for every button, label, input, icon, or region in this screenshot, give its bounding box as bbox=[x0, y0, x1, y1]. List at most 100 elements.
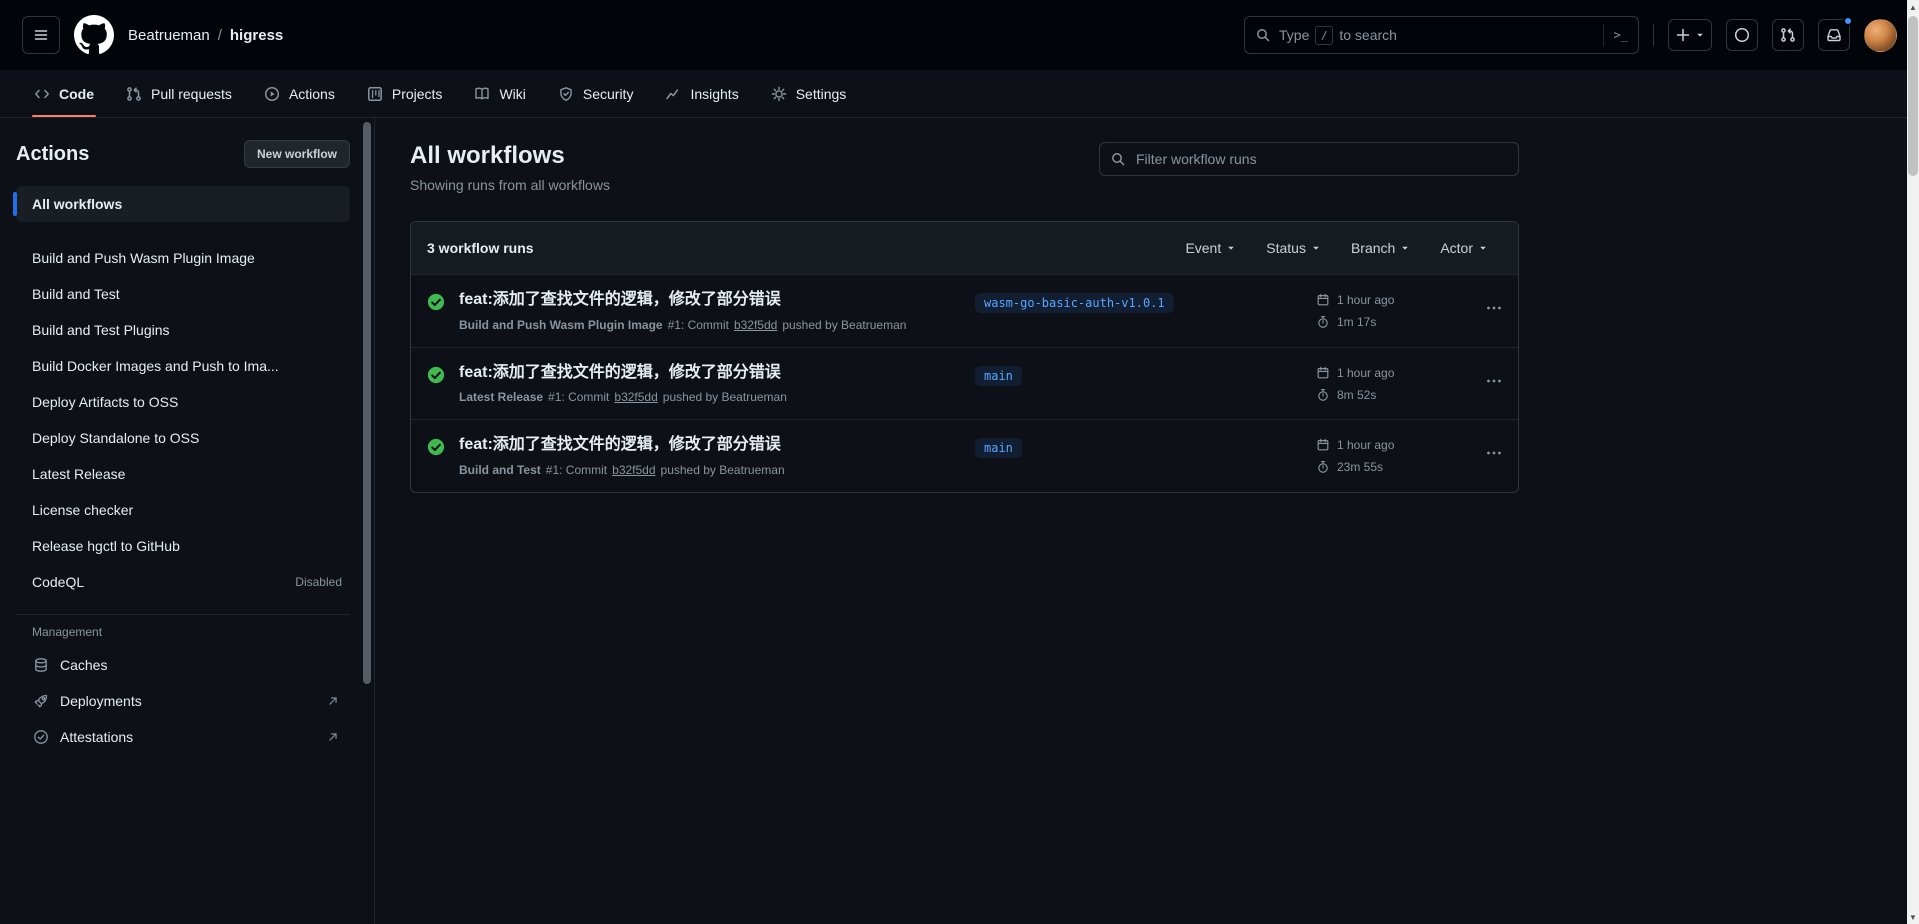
hamburger-icon bbox=[33, 27, 49, 43]
create-new-button[interactable] bbox=[1668, 19, 1712, 51]
breadcrumb-separator: / bbox=[217, 26, 222, 44]
tab-pull-requests[interactable]: Pull requests bbox=[114, 70, 244, 117]
chevron-down-icon bbox=[1226, 243, 1236, 253]
run-title-link[interactable]: feat:添加了查找文件的逻辑，修改了部分错误 bbox=[459, 363, 975, 384]
tab-security[interactable]: Security bbox=[546, 70, 646, 117]
workflow-run-row: feat:添加了查找文件的逻辑，修改了部分错误 Build and Test #… bbox=[411, 419, 1518, 493]
run-title-link[interactable]: feat:添加了查找文件的逻辑，修改了部分错误 bbox=[459, 435, 975, 456]
run-subtitle: Latest Release #1: Commit b32f5dd pushed… bbox=[459, 390, 975, 404]
run-duration: 8m 52s bbox=[1316, 388, 1466, 402]
filter-actor-dropdown[interactable]: Actor bbox=[1440, 240, 1488, 256]
workflow-run-row: feat:添加了查找文件的逻辑，修改了部分错误 Build and Push W… bbox=[411, 273, 1518, 347]
sidebar-item-label: Attestations bbox=[60, 729, 134, 745]
branch-badge[interactable]: wasm-go-basic-auth-v1.0.1 bbox=[975, 292, 1174, 313]
sidebar-item-caches[interactable]: Caches bbox=[16, 647, 350, 683]
shield-icon bbox=[558, 86, 574, 102]
global-header: Beatrueman / higress Type / to search >_ bbox=[0, 0, 1919, 70]
run-duration-label: 23m 55s bbox=[1337, 460, 1384, 475]
run-options-kebab-button[interactable] bbox=[1466, 435, 1502, 461]
filter-status-dropdown[interactable]: Status bbox=[1266, 240, 1321, 256]
play-circle-icon bbox=[264, 86, 280, 102]
workflow-runs-card: 3 workflow runs Event Status Branch Acto… bbox=[410, 220, 1519, 494]
commit-link[interactable]: b32f5dd bbox=[734, 318, 777, 332]
sidebar-item-workflow[interactable]: Build and Test bbox=[16, 276, 350, 312]
global-search-input[interactable]: Type / to search >_ bbox=[1244, 16, 1639, 54]
search-icon bbox=[1110, 151, 1126, 167]
sidebar-item-deployments[interactable]: Deployments bbox=[16, 683, 350, 719]
tab-settings[interactable]: Settings bbox=[759, 70, 859, 117]
issues-button[interactable] bbox=[1726, 19, 1758, 51]
sidebar-scrollbar[interactable] bbox=[363, 122, 371, 684]
new-workflow-button[interactable]: New workflow bbox=[243, 140, 350, 168]
hamburger-menu-button[interactable] bbox=[22, 16, 60, 54]
chevron-down-icon bbox=[1400, 243, 1410, 253]
run-meta: #1: Commit bbox=[545, 463, 608, 478]
scroll-down-arrow[interactable]: ▼ bbox=[1907, 910, 1919, 924]
run-pushed-by: pushed by Beatrueman bbox=[782, 317, 907, 332]
sidebar-item-workflow[interactable]: Build and Test Plugins bbox=[16, 312, 350, 348]
verified-icon bbox=[33, 729, 49, 745]
tab-wiki[interactable]: Wiki bbox=[462, 70, 537, 117]
sidebar-item-workflow[interactable]: License checker bbox=[16, 492, 350, 528]
run-options-kebab-button[interactable] bbox=[1466, 290, 1502, 316]
window-scrollbar-thumb[interactable] bbox=[1908, 16, 1918, 176]
filter-event-dropdown[interactable]: Event bbox=[1185, 240, 1236, 256]
run-title-link[interactable]: feat:添加了查找文件的逻辑，修改了部分错误 bbox=[459, 290, 975, 311]
run-options-kebab-button[interactable] bbox=[1466, 363, 1502, 389]
run-subtitle: Build and Push Wasm Plugin Image #1: Com… bbox=[459, 318, 975, 332]
filter-label: Actor bbox=[1440, 239, 1473, 256]
workflow-label: Release hgctl to GitHub bbox=[32, 538, 180, 554]
run-duration-label: 1m 17s bbox=[1337, 314, 1377, 329]
main-title-block: All workflows Showing runs from all work… bbox=[410, 142, 610, 193]
tab-label: Pull requests bbox=[151, 85, 232, 102]
git-pull-request-icon bbox=[1780, 27, 1796, 43]
sidebar-item-codeql[interactable]: CodeQL Disabled bbox=[16, 564, 350, 600]
run-subtitle: Build and Test #1: Commit b32f5dd pushed… bbox=[459, 463, 975, 477]
tab-projects[interactable]: Projects bbox=[355, 70, 455, 117]
sidebar-item-attestations[interactable]: Attestations bbox=[16, 719, 350, 755]
sidebar-item-all-workflows[interactable]: All workflows bbox=[13, 186, 350, 222]
run-branch-column: main bbox=[975, 363, 1316, 386]
tab-code[interactable]: Code bbox=[22, 70, 106, 117]
run-meta: #1: Commit bbox=[548, 390, 610, 405]
sidebar-item-workflow[interactable]: Build and Push Wasm Plugin Image bbox=[16, 240, 350, 276]
workflow-label: Latest Release bbox=[32, 466, 126, 482]
branch-badge[interactable]: main bbox=[975, 365, 1022, 386]
sidebar-item-label: Caches bbox=[60, 657, 108, 673]
command-palette-icon[interactable]: >_ bbox=[1602, 24, 1628, 46]
run-text-block: feat:添加了查找文件的逻辑，修改了部分错误 Build and Test #… bbox=[459, 435, 975, 477]
sidebar-item-workflow[interactable]: Deploy Artifacts to OSS bbox=[16, 384, 350, 420]
header-divider bbox=[1653, 24, 1654, 46]
run-workflow-name: Build and Test bbox=[459, 463, 541, 478]
workflow-list: Build and Push Wasm Plugin Image Build a… bbox=[14, 240, 352, 600]
avatar[interactable] bbox=[1864, 18, 1897, 52]
tab-insights[interactable]: Insights bbox=[653, 70, 750, 117]
filter-workflow-runs-box bbox=[1099, 142, 1519, 176]
sidebar-item-workflow[interactable]: Latest Release bbox=[16, 456, 350, 492]
commit-link[interactable]: b32f5dd bbox=[614, 390, 657, 404]
filter-workflow-runs-input[interactable] bbox=[1134, 150, 1508, 168]
sidebar-divider bbox=[16, 614, 350, 615]
workflow-label: Build and Test bbox=[32, 286, 120, 302]
window-scrollbar[interactable]: ▲ ▼ bbox=[1907, 0, 1919, 924]
sidebar-item-workflow[interactable]: Build Docker Images and Push to Ima... bbox=[16, 348, 350, 384]
run-branch-column: wasm-go-basic-auth-v1.0.1 bbox=[975, 290, 1316, 313]
success-check-icon bbox=[427, 438, 445, 456]
tab-actions[interactable]: Actions bbox=[252, 70, 347, 117]
filter-label: Status bbox=[1266, 239, 1306, 256]
commit-link[interactable]: b32f5dd bbox=[612, 463, 655, 477]
sidebar-item-workflow[interactable]: Release hgctl to GitHub bbox=[16, 528, 350, 564]
workflow-run-row: feat:添加了查找文件的逻辑，修改了部分错误 Latest Release #… bbox=[411, 346, 1518, 420]
github-logo[interactable] bbox=[74, 15, 114, 55]
scroll-up-arrow[interactable]: ▲ bbox=[1907, 0, 1919, 14]
breadcrumb-repo[interactable]: higress bbox=[230, 27, 283, 44]
filter-branch-dropdown[interactable]: Branch bbox=[1351, 240, 1410, 256]
pull-requests-button[interactable] bbox=[1772, 19, 1804, 51]
tab-label: Insights bbox=[690, 85, 739, 102]
notifications-button[interactable] bbox=[1818, 16, 1853, 51]
inbox-icon bbox=[1826, 27, 1842, 43]
branch-badge[interactable]: main bbox=[975, 438, 1022, 459]
runs-count: 3 workflow runs bbox=[427, 239, 534, 256]
sidebar-item-workflow[interactable]: Deploy Standalone to OSS bbox=[16, 420, 350, 456]
breadcrumb-owner[interactable]: Beatrueman bbox=[128, 27, 210, 44]
